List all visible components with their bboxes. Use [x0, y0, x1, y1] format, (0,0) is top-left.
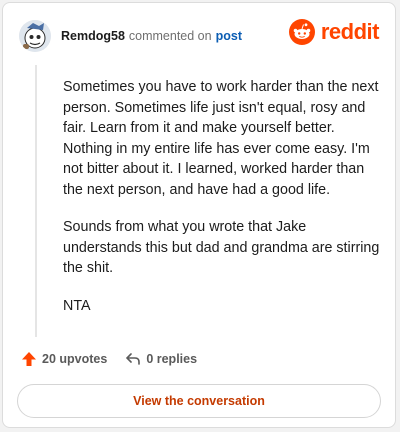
post-link[interactable]: post — [216, 29, 242, 43]
reply-icon — [126, 353, 141, 365]
replies-button[interactable]: 0 replies — [125, 351, 197, 367]
comment-actions: 20 upvotes 0 replies — [21, 351, 197, 367]
comment-paragraph: Sometimes you have to work harder than t… — [63, 79, 379, 198]
username-link[interactable]: Remdog58 — [61, 29, 125, 43]
avatar[interactable] — [19, 20, 51, 52]
comment-card: Remdog58 commented on post reddit Someti… — [2, 2, 396, 428]
view-conversation-button[interactable]: View the conversation — [17, 384, 381, 418]
thread-line — [35, 65, 37, 337]
comment-header: Remdog58 commented on post reddit — [19, 19, 380, 53]
reddit-wordmark: reddit — [320, 19, 380, 44]
commented-on-text: commented on — [128, 29, 212, 43]
comment-paragraph: NTA — [63, 297, 91, 314]
upvote-button[interactable]: 20 upvotes — [21, 351, 107, 367]
avatar-icon — [19, 20, 51, 52]
reddit-logo-icon — [288, 19, 315, 45]
comment-body: Sometimes you have to work harder than t… — [63, 77, 383, 333]
upvote-arrow-icon — [22, 352, 36, 366]
upvote-count: 20 upvotes — [42, 352, 108, 366]
reddit-logo[interactable]: reddit — [288, 19, 380, 45]
replies-count: 0 replies — [146, 352, 198, 366]
comment-paragraph: Sounds from what you wrote that Jake und… — [63, 219, 380, 276]
byline: Remdog58 commented on post — [61, 29, 242, 43]
